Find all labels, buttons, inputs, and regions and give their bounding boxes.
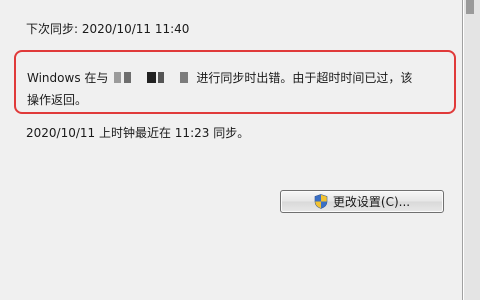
redacted-server-name (124, 72, 132, 83)
sync-error-prefix: Windows 在与 (27, 71, 109, 85)
change-settings-button[interactable]: 更改设置(C)... (280, 190, 444, 213)
uac-shield-icon (314, 194, 328, 209)
sync-error-line-2: 操作返回。 (27, 93, 88, 107)
last-sync-text: 2020/10/11 上时钟最近在 11:23 同步。 (26, 126, 250, 140)
redacted-server-name (158, 72, 165, 83)
sync-error-suffix: 进行同步时出错。由于超时时间已过，该 (196, 71, 413, 85)
right-edge-strip (464, 0, 480, 300)
right-edge-mark (466, 0, 474, 14)
redacted-server-name (180, 72, 189, 83)
change-settings-label: 更改设置(C)... (332, 195, 411, 209)
internet-time-panel (0, 0, 462, 300)
redacted-server-name (147, 72, 157, 83)
next-sync-text: 下次同步: 2020/10/11 11:40 (26, 22, 190, 36)
sync-error-line-1: Windows 在与 进行同步时出错。由于超时时间已过，该 (27, 69, 412, 86)
redacted-server-name (114, 72, 122, 83)
